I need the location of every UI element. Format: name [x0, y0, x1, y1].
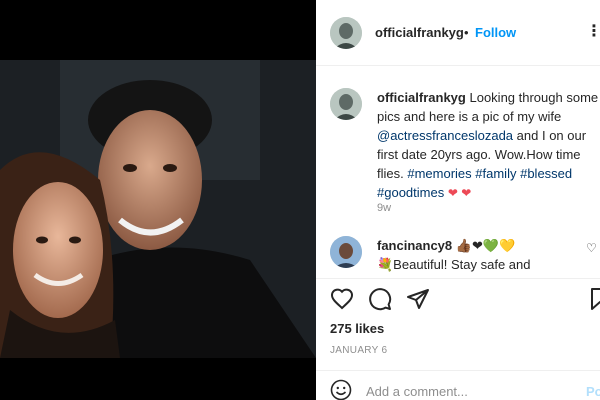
heart-emoji-icon: ❤ ❤	[447, 186, 472, 200]
save-bookmark-icon[interactable]	[588, 287, 600, 313]
like-heart-icon[interactable]	[330, 287, 356, 313]
post-author-username[interactable]: officialfrankyg	[375, 25, 464, 40]
hashtag-goodtimes[interactable]: #goodtimes	[377, 185, 444, 200]
comment-like-heart-icon[interactable]: ♡	[586, 241, 597, 255]
post-date: JANUARY 6	[330, 345, 388, 356]
likes-count[interactable]: 275 likes	[330, 321, 384, 336]
post-comment-button[interactable]: Po	[586, 384, 600, 399]
emoji-smiley-icon[interactable]	[330, 379, 352, 400]
comment-username[interactable]: fancinancy8	[377, 238, 452, 253]
caption-mention[interactable]: @actressfranceslozada	[377, 128, 513, 143]
post-header: officialfrankyg • Follow ⋮	[316, 0, 600, 66]
post-photo[interactable]	[0, 60, 316, 358]
share-paper-plane-icon[interactable]	[406, 287, 432, 313]
separator-dot: •	[464, 25, 469, 40]
commenter-avatar[interactable]	[330, 236, 362, 268]
post-details-panel: officialfrankyg • Follow ⋮ officialfrank…	[316, 0, 600, 400]
caption-timestamp[interactable]: 9w	[377, 202, 391, 214]
post-caption: officialfrankyg Looking through some pic…	[377, 88, 599, 203]
comment-emojis: 👍🏾❤💚💛	[455, 238, 516, 253]
avatar[interactable]	[330, 17, 362, 49]
hashtag-family[interactable]: #family	[475, 166, 516, 181]
add-comment-row: Po	[316, 370, 600, 400]
caption-username[interactable]: officialfrankyg	[377, 90, 466, 105]
comment-bubble-icon[interactable]	[368, 287, 394, 313]
follow-button[interactable]: Follow	[475, 25, 516, 40]
add-comment-input[interactable]	[366, 384, 566, 399]
more-options-icon[interactable]: ⋮	[586, 21, 600, 41]
comment-item: fancinancy8 👍🏾❤💚💛 💐Beautiful! Stay safe …	[377, 236, 577, 276]
photo-pane	[0, 0, 316, 400]
caption-avatar[interactable]	[330, 88, 362, 120]
comment-text: 💐Beautiful! Stay safe and Healthy and be…	[377, 257, 531, 272]
hashtag-blessed[interactable]: #blessed	[520, 166, 572, 181]
hashtag-memories[interactable]: #memories	[407, 166, 471, 181]
